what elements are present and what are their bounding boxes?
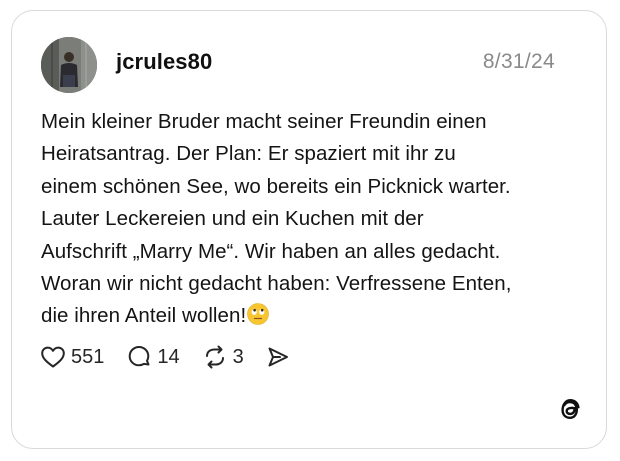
avatar[interactable]: [41, 37, 97, 93]
comment-bubble-icon: [126, 344, 152, 370]
repost-button[interactable]: 3: [202, 344, 244, 370]
eye-roll-emoji-icon: [247, 303, 270, 326]
post-date[interactable]: 8/31/24: [483, 50, 555, 74]
repost-icon: [202, 344, 228, 370]
like-count: 551: [71, 345, 105, 368]
post-text: Mein kleiner Bruder macht seiner Freundi…: [41, 106, 586, 333]
heart-icon: [40, 345, 66, 369]
comment-button[interactable]: 14: [126, 344, 180, 370]
send-icon: [266, 345, 290, 369]
repost-count: 3: [232, 345, 244, 368]
comment-count: 14: [157, 345, 180, 368]
like-button[interactable]: 551: [40, 345, 104, 369]
threads-logo-icon[interactable]: [557, 396, 583, 424]
share-button[interactable]: [266, 345, 290, 369]
username[interactable]: jcrules80: [116, 49, 212, 75]
post-body: Mein kleiner Bruder macht seiner Freundi…: [41, 110, 512, 328]
post-actions: 551 14 3: [40, 342, 312, 372]
